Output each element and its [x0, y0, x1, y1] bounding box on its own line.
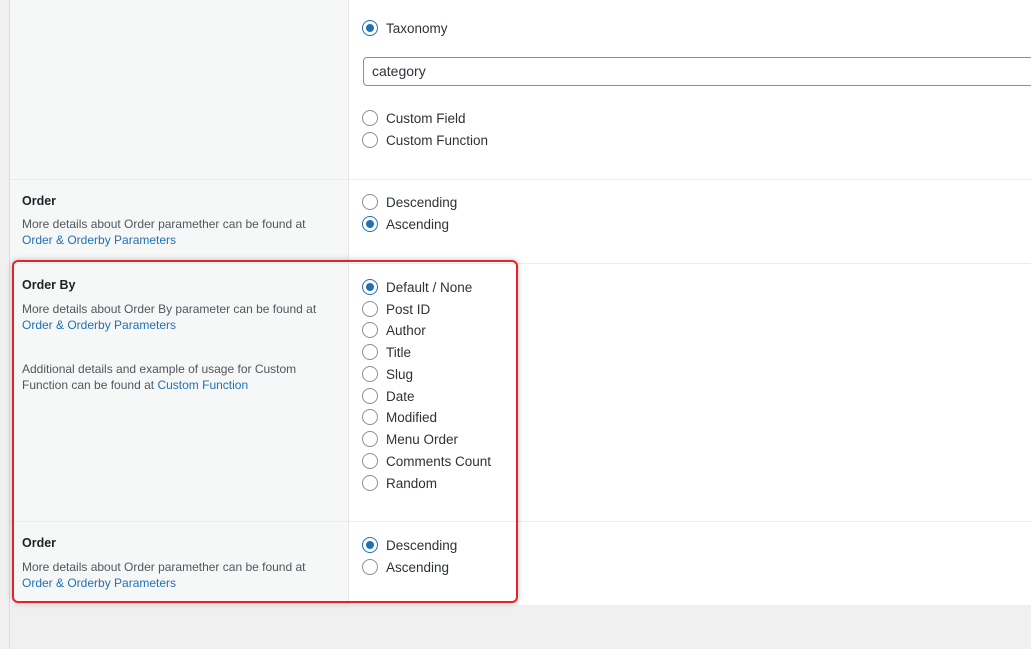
order-title: Order: [22, 194, 57, 208]
order-description-text: More details about Order paramether can …: [22, 560, 306, 574]
descending-radio[interactable]: [362, 537, 378, 553]
orderby-random-option[interactable]: Random: [362, 473, 437, 493]
descending-label: Descending: [386, 537, 458, 553]
comments-count-radio[interactable]: [362, 453, 378, 469]
row-divider: [10, 521, 1031, 522]
default-label: Default / None: [386, 279, 473, 295]
order-ascending-option[interactable]: Ascending: [362, 557, 449, 577]
modified-radio[interactable]: [362, 409, 378, 425]
date-label: Date: [386, 388, 415, 404]
custom-field-radio-option[interactable]: Custom Field: [362, 108, 466, 128]
custom-function-description: Additional details and example of usage …: [22, 361, 312, 393]
menu-order-radio[interactable]: [362, 431, 378, 447]
order-label-block: Order More details about Order paramethe…: [22, 535, 332, 591]
descending-radio[interactable]: [362, 194, 378, 210]
orderby-post-id-option[interactable]: Post ID: [362, 299, 430, 319]
taxonomy-radio-option[interactable]: Taxonomy: [362, 18, 448, 38]
orderby-title-option[interactable]: Title: [362, 342, 411, 362]
menu-order-label: Menu Order: [386, 431, 459, 447]
order-orderby-link[interactable]: Order & Orderby Parameters: [22, 576, 176, 590]
ascending-label: Ascending: [386, 216, 450, 232]
admin-left-strip: [0, 0, 10, 649]
custom-field-label: Custom Field: [386, 110, 466, 126]
author-label: Author: [386, 322, 426, 338]
order-description: More details about Order paramether can …: [22, 559, 332, 591]
ascending-radio[interactable]: [362, 559, 378, 575]
default-radio[interactable]: [362, 279, 378, 295]
row-divider: [10, 263, 1031, 264]
taxonomy-radio[interactable]: [362, 20, 378, 36]
orderby-menu-order-option[interactable]: Menu Order: [362, 429, 458, 449]
ascending-label: Ascending: [386, 559, 450, 575]
orderby-author-option[interactable]: Author: [362, 320, 426, 340]
order-description: More details about Order paramether can …: [22, 216, 332, 248]
orderby-comments-count-option[interactable]: Comments Count: [362, 451, 491, 471]
order-by-title: Order By: [22, 278, 76, 292]
order-orderby-link[interactable]: Order & Orderby Parameters: [22, 318, 176, 332]
custom-function-label: Custom Function: [386, 132, 489, 148]
modified-label: Modified: [386, 409, 438, 425]
custom-function-radio[interactable]: [362, 132, 378, 148]
orderby-date-option[interactable]: Date: [362, 386, 415, 406]
custom-function-radio-option[interactable]: Custom Function: [362, 130, 488, 150]
random-label: Random: [386, 475, 438, 491]
custom-field-radio[interactable]: [362, 110, 378, 126]
custom-function-link[interactable]: Custom Function: [157, 378, 248, 392]
order-by-description: More details about Order By parameter ca…: [22, 301, 332, 333]
order-orderby-link[interactable]: Order & Orderby Parameters: [22, 233, 176, 247]
post-id-label: Post ID: [386, 301, 431, 317]
order-title: Order: [22, 536, 57, 550]
order-by-label-block: Order By More details about Order By par…: [22, 277, 332, 393]
order-by-description-text: More details about Order By parameter ca…: [22, 302, 317, 316]
order-description-text: More details about Order paramether can …: [22, 217, 306, 231]
order-descending-option[interactable]: Descending: [362, 192, 457, 212]
taxonomy-input[interactable]: category: [363, 57, 1031, 86]
slug-radio[interactable]: [362, 366, 378, 382]
comments-count-label: Comments Count: [386, 453, 492, 469]
title-radio[interactable]: [362, 344, 378, 360]
taxonomy-label: Taxonomy: [386, 20, 448, 36]
ascending-radio[interactable]: [362, 216, 378, 232]
orderby-modified-option[interactable]: Modified: [362, 407, 437, 427]
post-id-radio[interactable]: [362, 301, 378, 317]
slug-label: Slug: [386, 366, 414, 382]
settings-page: Taxonomy category Custom Field Custom Fu…: [0, 0, 1031, 649]
random-radio[interactable]: [362, 475, 378, 491]
orderby-slug-option[interactable]: Slug: [362, 364, 413, 384]
row-divider: [10, 179, 1031, 180]
author-radio[interactable]: [362, 322, 378, 338]
order-ascending-option[interactable]: Ascending: [362, 214, 449, 234]
order-descending-option[interactable]: Descending: [362, 535, 457, 555]
date-radio[interactable]: [362, 388, 378, 404]
title-label: Title: [386, 344, 412, 360]
order-label-block: Order More details about Order paramethe…: [22, 193, 332, 248]
descending-label: Descending: [386, 194, 458, 210]
orderby-default-option[interactable]: Default / None: [362, 277, 472, 297]
